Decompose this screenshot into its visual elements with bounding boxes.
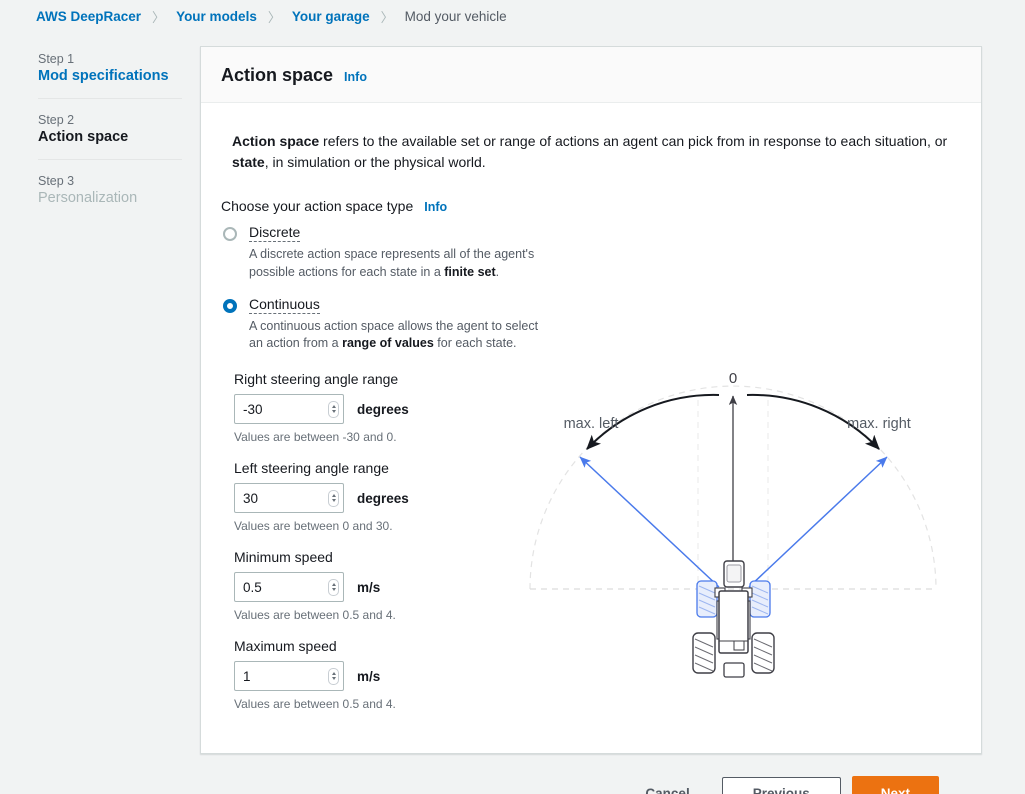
intro-lead: Action space [232, 133, 320, 149]
minimum-speed-label: Minimum speed [234, 549, 333, 566]
intro-part1: refers to the available set or range of … [319, 133, 948, 149]
page-title: Action space [221, 65, 334, 85]
maximum-speed-row: 1 m/s [234, 661, 521, 692]
right-steering-angle-input[interactable]: -30 [234, 394, 344, 425]
zero-degree-label: 0 [729, 370, 737, 387]
right-steering-angle-hint: Values are between -30 and 0. [234, 430, 397, 445]
left-steering-angle-label: Left steering angle range [234, 460, 389, 477]
maximum-speed-unit: m/s [357, 668, 381, 684]
steering-diagram-container: 0 max. left max. right [521, 370, 961, 727]
step-1-label[interactable]: Mod specifications [38, 68, 182, 84]
radio-option-continuous[interactable]: Continuous A continuous action space all… [221, 296, 961, 354]
maximum-speed-value: 1 [243, 668, 251, 684]
left-steering-angle-stepper[interactable] [328, 489, 339, 507]
radio-continuous-description: A continuous action space allows the age… [249, 318, 549, 354]
rear-bumper [723, 662, 745, 678]
page-body: Step 1 Mod specifications Step 2 Action … [0, 32, 1025, 794]
minimum-speed-input[interactable]: 0.5 [234, 572, 344, 603]
max-right-label: max. right [847, 416, 911, 432]
choose-action-space-label: Choose your action space type [221, 198, 414, 215]
breadcrumb-item-aws-deepracer[interactable]: AWS DeepRacer [36, 9, 141, 24]
step-2-number: Step 2 [38, 113, 75, 127]
discrete-desc-part2: . [495, 264, 500, 279]
header-info-link[interactable]: Info [344, 70, 367, 84]
minimum-speed-hint: Values are between 0.5 and 4. [234, 608, 396, 623]
right-steering-angle-stepper[interactable] [328, 400, 339, 418]
stepper-up-icon[interactable] [331, 405, 336, 409]
sidebar-step-2[interactable]: Step 2 Action space [38, 98, 182, 159]
field-right-steering-angle: Right steering angle range -30 degrees V… [234, 371, 521, 444]
breadcrumb: AWS DeepRacer 〉 Your models 〉 Your garag… [0, 0, 1025, 32]
right-steering-angle-label: Right steering angle range [234, 371, 399, 388]
stepper-down-icon[interactable] [331, 499, 336, 503]
right-steering-angle-value: -30 [243, 401, 263, 417]
step-2-label: Action space [38, 129, 129, 145]
breadcrumb-item-your-models[interactable]: Your models [176, 9, 257, 24]
wizard-footer: Cancel Previous Next [200, 754, 982, 794]
field-maximum-speed: Maximum speed 1 m/s Values are between 0… [234, 638, 521, 711]
left-steering-angle-input[interactable]: 30 [234, 483, 344, 514]
left-steering-angle-hint: Values are between 0 and 30. [234, 519, 393, 534]
continuous-desc-bold: range of values [342, 336, 434, 351]
minimum-speed-row: 0.5 m/s [234, 572, 521, 603]
continuous-desc-part2: for each state. [433, 336, 517, 351]
minimum-speed-value: 0.5 [243, 579, 262, 595]
cancel-button[interactable]: Cancel [635, 779, 699, 794]
intro-bold-state: state [232, 153, 265, 170]
action-space-form: Right steering angle range -30 degrees V… [221, 371, 521, 727]
right-steering-angle-unit: degrees [357, 401, 409, 417]
left-steering-angle-unit: degrees [357, 490, 409, 506]
field-left-steering-angle: Left steering angle range 30 degrees Val… [234, 460, 521, 533]
max-left-label: max. left [564, 416, 619, 432]
card-header: Action space Info [201, 47, 981, 103]
maximum-speed-label: Maximum speed [234, 638, 337, 655]
stepper-up-icon[interactable] [331, 583, 336, 587]
action-space-card: Action space Info Action space refers to… [200, 46, 982, 755]
previous-button[interactable]: Previous [721, 777, 841, 794]
breadcrumb-separator-icon: 〉 [380, 9, 394, 25]
maximum-speed-input[interactable]: 1 [234, 661, 344, 692]
maximum-speed-hint: Values are between 0.5 and 4. [234, 697, 396, 712]
intro-part2: , in simulation or the physical world. [264, 153, 486, 170]
sidebar-step-1[interactable]: Step 1 Mod specifications [38, 52, 182, 98]
minimum-speed-unit: m/s [357, 579, 381, 595]
deepracer-car-illustration [692, 560, 775, 678]
step-1-number: Step 1 [38, 52, 75, 66]
minimum-speed-stepper[interactable] [328, 578, 339, 596]
radio-continuous-mark[interactable] [223, 298, 237, 313]
discrete-desc-bold: finite set [444, 264, 496, 279]
stepper-down-icon[interactable] [331, 588, 336, 592]
step-3-label: Personalization [38, 190, 138, 206]
settings-and-diagram: Right steering angle range -30 degrees V… [221, 370, 961, 727]
sidebar-step-3: Step 3 Personalization [38, 159, 182, 220]
radio-option-discrete[interactable]: Discrete A discrete action space represe… [221, 224, 961, 282]
choose-action-space-row: Choose your action space type Info [221, 198, 961, 214]
next-button[interactable]: Next [851, 776, 939, 794]
left-steering-angle-value: 30 [243, 490, 259, 506]
intro-paragraph: Action space refers to the available set… [232, 131, 961, 172]
radio-continuous-label[interactable]: Continuous [249, 296, 320, 314]
radio-discrete-label[interactable]: Discrete [249, 224, 301, 243]
max-right-vector [748, 456, 888, 588]
breadcrumb-separator-icon: 〉 [152, 9, 166, 25]
wizard-steps-sidebar: Step 1 Mod specifications Step 2 Action … [0, 32, 182, 220]
choose-info-link[interactable]: Info [424, 200, 447, 214]
step-3-number: Step 3 [38, 174, 75, 188]
field-minimum-speed: Minimum speed 0.5 m/s Values are between… [234, 549, 521, 622]
breadcrumb-item-your-garage[interactable]: Your garage [292, 9, 370, 24]
stepper-down-icon[interactable] [331, 677, 336, 681]
stepper-up-icon[interactable] [331, 494, 336, 498]
main-column: Action space Info Action space refers to… [182, 32, 1025, 794]
right-steering-angle-row: -30 degrees [234, 394, 521, 425]
steering-range-diagram: 0 max. left max. right [529, 370, 937, 678]
stepper-down-icon[interactable] [331, 410, 336, 414]
radio-discrete-mark[interactable] [223, 227, 237, 242]
breadcrumb-separator-icon: 〉 [267, 9, 281, 25]
maximum-speed-stepper[interactable] [328, 667, 339, 685]
left-steering-angle-row: 30 degrees [234, 483, 521, 514]
card-body: Action space refers to the available set… [201, 103, 981, 753]
breadcrumb-item-mod-your-vehicle: Mod your vehicle [404, 8, 507, 24]
radio-discrete-description: A discrete action space represents all o… [249, 246, 549, 282]
stepper-up-icon[interactable] [331, 672, 336, 676]
